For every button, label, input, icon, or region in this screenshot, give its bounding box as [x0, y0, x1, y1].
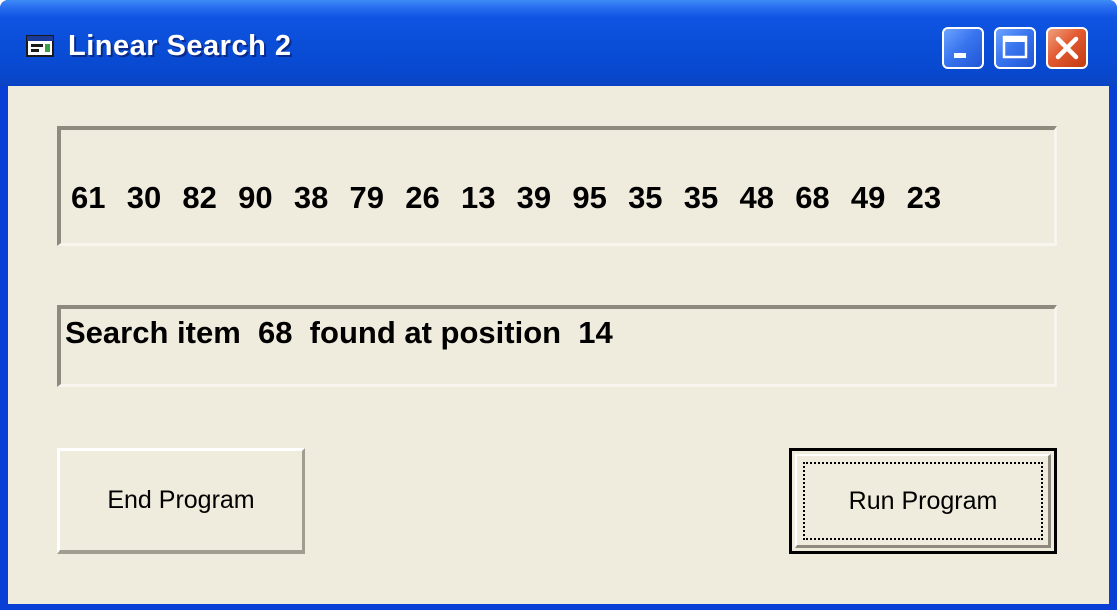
run-program-button[interactable]: Run Program: [789, 448, 1057, 554]
maximize-button[interactable]: [994, 27, 1036, 69]
vb-form-icon: [26, 35, 54, 57]
minimize-icon: [954, 53, 966, 58]
end-program-label: End Program: [107, 486, 255, 514]
close-button[interactable]: [1046, 27, 1088, 69]
application-window: Linear Search 2 61 30 82 90 38 79 26 13 …: [0, 0, 1117, 610]
end-program-button[interactable]: End Program: [57, 448, 305, 554]
result-display-label: Search item 68 found at position 14: [57, 305, 1057, 387]
window-title: Linear Search 2: [68, 30, 292, 62]
maximize-icon: [1002, 35, 1028, 59]
search-result-text: Search item 68 found at position 14: [65, 315, 613, 350]
form-client-area: 61 30 82 90 38 79 26 13 39 95 35 35 48 6…: [8, 86, 1109, 604]
numbers-list: 61 30 82 90 38 79 26 13 39 95 35 35 48 6…: [71, 180, 942, 215]
numbers-display-label: 61 30 82 90 38 79 26 13 39 95 35 35 48 6…: [57, 126, 1057, 246]
close-icon: [1055, 36, 1079, 60]
run-program-label: Run Program: [848, 486, 998, 515]
title-bar[interactable]: Linear Search 2: [0, 0, 1117, 86]
minimize-button[interactable]: [942, 27, 984, 69]
